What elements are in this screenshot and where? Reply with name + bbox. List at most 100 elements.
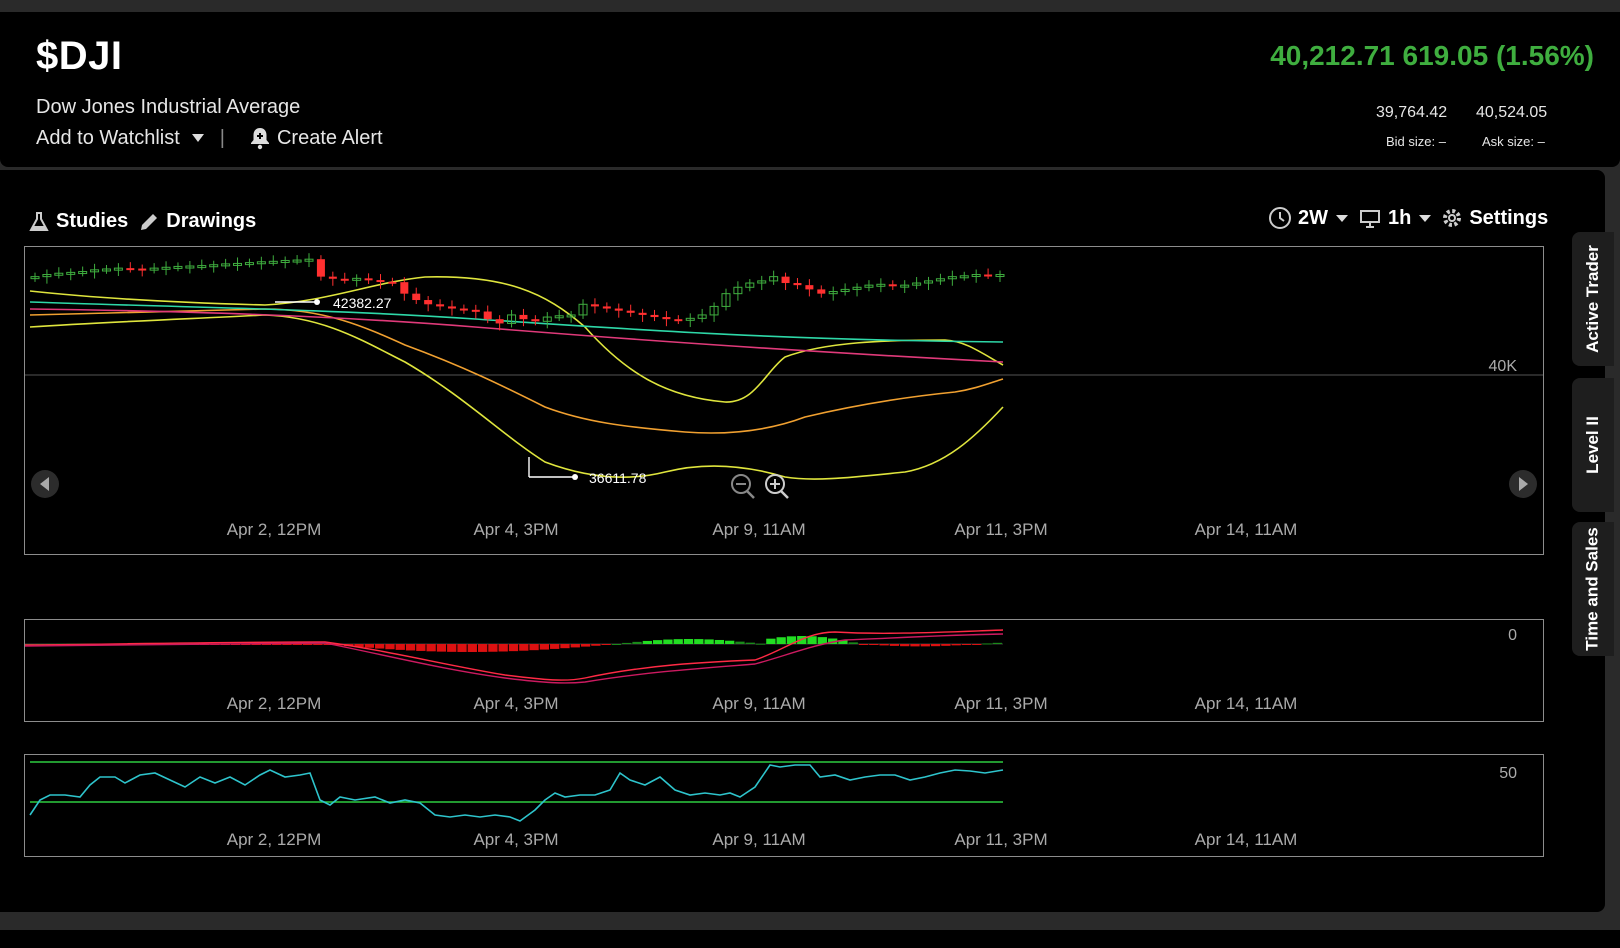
low-marker-dot: [572, 474, 578, 480]
x-tick-label: Apr 14, 11AM: [1195, 694, 1298, 713]
x-axis-ticks: Apr 2, 12PM Apr 4, 3PM Apr 9, 11AM Apr 1…: [227, 694, 1298, 713]
candle-body: [138, 268, 147, 271]
macd-bar: [889, 644, 900, 646]
candle-body: [602, 306, 611, 309]
rsi-chart[interactable]: 50 Apr 2, 12PM Apr 4, 3PM Apr 9, 11AM Ap…: [24, 754, 1544, 857]
macd-bar: [848, 642, 858, 644]
macd-bar: [642, 640, 652, 644]
bell-plus-icon: [250, 128, 269, 150]
macd-bar: [766, 638, 776, 644]
candle-body: [412, 293, 421, 301]
price-chart[interactable]: 40K 42382.27 36611.78 Apr 2, 12PM Apr 4,…: [24, 246, 1544, 555]
ask-size: Ask size: –: [1482, 134, 1545, 149]
x-tick-label: Apr 14, 11AM: [1195, 830, 1298, 849]
macd-bar: [375, 644, 385, 649]
tab-time-and-sales[interactable]: Time and Sales: [1572, 522, 1614, 656]
candle-body: [483, 311, 492, 320]
macd-bar: [467, 644, 477, 652]
candle-body: [436, 304, 445, 307]
watchlist-label: Add to Watchlist: [36, 126, 180, 149]
high-annotation: 42382.27: [333, 295, 392, 311]
company-name: Dow Jones Industrial Average: [36, 96, 301, 118]
x-tick-label: Apr 2, 12PM: [227, 694, 322, 713]
create-alert-label: Create Alert: [276, 126, 383, 149]
macd-bar: [755, 643, 766, 645]
add-to-watchlist-button[interactable]: Add to Watchlist: [36, 127, 204, 150]
macd-bar: [714, 639, 725, 644]
rsi-chart-canvas: 50 Apr 2, 12PM Apr 4, 3PM Apr 9, 11AM Ap…: [29, 761, 1517, 849]
tab-active-trader[interactable]: Active Trader: [1572, 232, 1614, 366]
candle-body: [388, 281, 397, 284]
candle-body: [400, 282, 409, 294]
candle-body: [984, 274, 993, 277]
create-alert-button[interactable]: Create Alert: [249, 126, 383, 150]
macd-bar: [632, 641, 642, 644]
range-dropdown[interactable]: 2W: [1268, 206, 1348, 230]
x-tick-label: Apr 9, 11AM: [712, 830, 805, 849]
interval-dropdown[interactable]: 1h: [1358, 206, 1432, 230]
x-tick-label: Apr 9, 11AM: [712, 694, 805, 713]
chart-toolbar-left: Studies Drawings: [28, 210, 256, 233]
last-price: 40,212.71 619.05 (1.56%): [1270, 40, 1594, 71]
high-marker-dot: [314, 299, 320, 305]
macd-bar: [302, 644, 313, 645]
zoom-out-icon[interactable]: [731, 474, 755, 499]
settings-button[interactable]: Settings: [1441, 207, 1548, 230]
macd-bar: [611, 644, 622, 645]
macd-bar: [498, 644, 508, 652]
zoom-in-icon[interactable]: [765, 474, 789, 499]
moving-average-orange: [29, 308, 1004, 434]
macd-bar: [725, 640, 735, 644]
x-axis-ticks: Apr 2, 12PM Apr 4, 3PM Apr 9, 11AM Apr 1…: [227, 520, 1298, 539]
candle-body: [793, 283, 802, 286]
bottom-panel-edge: [0, 930, 1620, 948]
candle-body: [781, 276, 790, 284]
macd-bar: [385, 644, 395, 650]
rsi-line: [29, 764, 1004, 822]
studies-button[interactable]: Studies: [28, 210, 128, 233]
macd-bar: [972, 644, 982, 645]
candle-body: [805, 285, 814, 290]
divider: |: [219, 126, 225, 149]
drawings-button[interactable]: Drawings: [138, 210, 256, 233]
ask-price: 40,524.05: [1476, 104, 1548, 121]
tab-label: Level II: [1583, 416, 1603, 474]
macd-bar: [683, 639, 694, 644]
candle-body: [364, 278, 373, 281]
macd-bar: [591, 644, 601, 646]
x-tick-label: Apr 2, 12PM: [227, 830, 322, 849]
macd-chart[interactable]: 0 Apr 2, 12PM Apr 4, 3PM Apr 9, 11AM Apr…: [24, 619, 1544, 722]
macd-bar: [570, 644, 580, 648]
macd-bar: [416, 644, 426, 651]
drawings-label: Drawings: [166, 210, 257, 232]
scroll-right-button[interactable]: [1509, 470, 1537, 498]
candle-body: [674, 319, 683, 322]
interval-label: 1h: [1388, 206, 1412, 229]
candle-body: [650, 314, 659, 318]
macd-bar: [539, 644, 550, 650]
candle-body: [638, 312, 647, 315]
macd-bar: [930, 644, 941, 647]
low-annotation: 36611.78: [589, 470, 647, 486]
x-tick-label: Apr 4, 3PM: [473, 694, 558, 713]
price-chart-canvas: 40K 42382.27 36611.78 Apr 2, 12PM Apr 4,…: [25, 253, 1543, 539]
tab-level-ii[interactable]: Level II: [1572, 378, 1614, 512]
macd-bar: [858, 644, 869, 645]
bid-price: 39,764.42: [1376, 104, 1448, 121]
candle-body: [459, 308, 468, 311]
symbol-title: $DJI: [36, 34, 123, 78]
macd-bar: [529, 644, 539, 651]
candle-body: [126, 268, 135, 271]
y-tick-label: 50: [1499, 765, 1517, 782]
macd-bar: [663, 639, 673, 644]
macd-bar: [869, 644, 879, 645]
candle-body: [471, 309, 480, 312]
macd-bar: [735, 641, 745, 644]
macd-bar: [694, 639, 704, 644]
macd-bar: [436, 644, 447, 652]
candle-body: [376, 280, 385, 283]
candle-body: [817, 289, 826, 294]
scroll-left-button[interactable]: [31, 470, 59, 498]
x-axis-ticks: Apr 2, 12PM Apr 4, 3PM Apr 9, 11AM Apr 1…: [227, 830, 1298, 849]
macd-bar: [405, 644, 416, 651]
